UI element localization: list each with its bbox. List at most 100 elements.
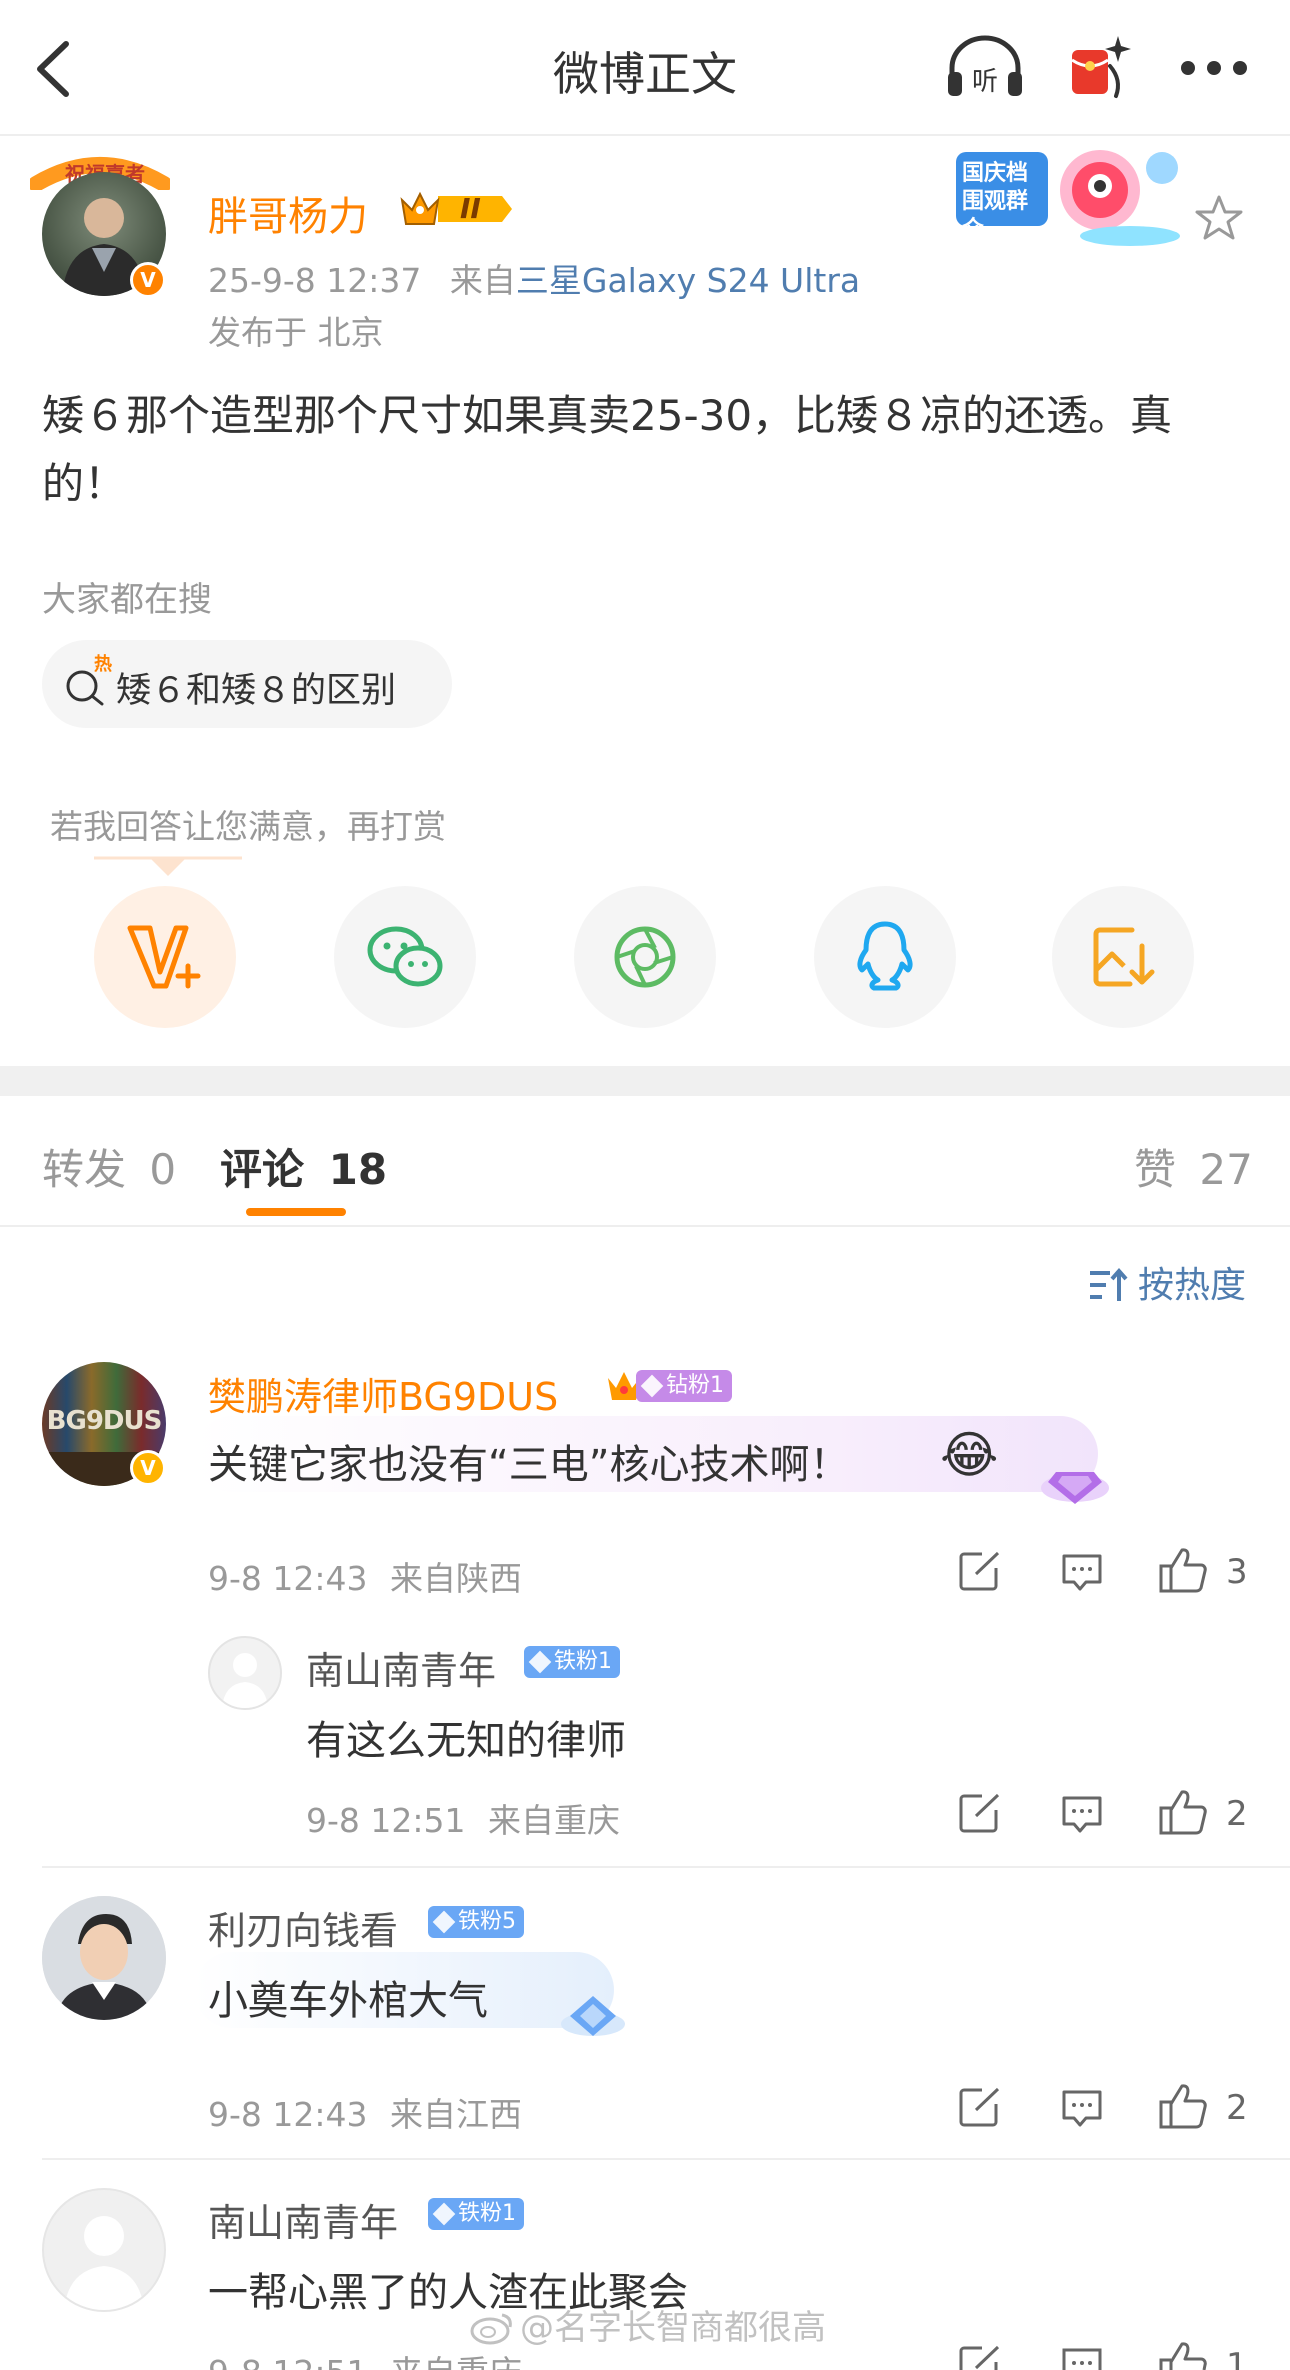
tab-reposts-count: 0 (149, 1145, 177, 1194)
fan-level-badge: 铁粉1 (428, 2198, 524, 2230)
trending-search-pill[interactable]: 热 矮６和矮８的区别 (42, 640, 452, 728)
tab-reposts-label: 转发 (42, 1145, 127, 1194)
comment-like-count: 1 (1226, 2346, 1248, 2370)
wechat-share-button[interactable] (334, 886, 476, 1028)
fan-level-text: 钻粉1 (666, 1373, 724, 1398)
diamond-icon (528, 1650, 552, 1674)
default-user-icon (64, 2216, 144, 2310)
comment-text: 关键它家也没有“三电”核心技术啊！ (208, 1442, 850, 1488)
diamond-icon (640, 1374, 664, 1398)
event-banner[interactable]: 国庆档 围观群众 (950, 140, 1190, 252)
diamond-icon (432, 1910, 456, 1934)
comment-meta: 9-8 12:43 来自陕西 (208, 1552, 522, 1600)
post-location: 发布于 北京 (208, 313, 384, 352)
v-plus-icon (127, 925, 201, 989)
comment-reply-icon[interactable] (1060, 2346, 1104, 2370)
favorite-star-icon[interactable] (1194, 194, 1244, 242)
comment-meta: 9-8 12:43 来自江西 (208, 2088, 522, 2136)
post-source-device[interactable]: 三星Galaxy S24 Ultra (516, 261, 860, 300)
thumbs-up-icon[interactable] (1158, 2340, 1208, 2370)
fan-level-badge: 钻粉1 (636, 1370, 732, 1402)
fan-level-badge: 铁粉5 (428, 1906, 524, 1938)
crown-icon (400, 191, 512, 225)
author-avatar-frame[interactable]: 祝福嘉者 V (30, 150, 180, 298)
weibo-reward-share-button[interactable] (94, 886, 236, 1028)
post-source-prefix: 来自 (449, 261, 516, 300)
reply-text: 有这么无知的律师 (306, 1718, 626, 1764)
reward-pointer (94, 856, 242, 876)
comment-reply-icon[interactable] (1060, 2088, 1104, 2128)
comment-reply-icon[interactable] (1060, 1552, 1104, 1592)
comment-avatar-text: BG9DUS (46, 1406, 163, 1436)
top-navigation-bar: 微博正文 听 (0, 0, 1290, 136)
tab-reposts[interactable]: 转发 0 (42, 1136, 176, 1197)
fan-level-text: 铁粉1 (458, 2201, 516, 2226)
trending-search-topic: 矮６和矮８的区别 (116, 671, 397, 711)
comment-text: 小奠车外棺大气 (208, 1978, 488, 2024)
comment-author-name[interactable]: 樊鹏涛律师BG9DUS (208, 1366, 558, 1421)
post-meta-line: 25-9-8 12:37 来自三星Galaxy S24 Ultra (208, 254, 860, 302)
trending-search-label: 大家都在搜 (42, 580, 212, 620)
laugh-cry-emoji: 😂 (940, 1426, 999, 1484)
save-image-icon (1093, 927, 1155, 987)
vip-level: II (460, 192, 481, 225)
more-options-icon[interactable] (1180, 58, 1248, 78)
comment-avatar[interactable] (42, 1896, 166, 2020)
thumbs-up-icon[interactable] (1158, 1788, 1208, 1836)
save-image-button[interactable] (1052, 886, 1194, 1028)
comment-divider (42, 1866, 1290, 1868)
vip-crown-badge[interactable]: II (398, 188, 516, 230)
tab-likes-label: 赞 (1134, 1145, 1177, 1194)
watermark-text: @名字长智商都很高 (520, 2308, 826, 2348)
comment-time: 9-8 12:51 (208, 2353, 368, 2370)
blue-gem-icon (561, 1996, 625, 2036)
qq-penguin-icon (857, 921, 913, 991)
reply-time: 9-8 12:51 (306, 1801, 466, 1840)
repost-edit-icon[interactable] (958, 2344, 1002, 2370)
sort-by-hot-button[interactable]: 按热度 (1088, 1256, 1246, 1308)
tab-likes[interactable]: 赞 27 (1134, 1136, 1253, 1197)
post-content: 矮６那个造型那个尺寸如果真卖25-30，比矮８凉的还透。真的！ (42, 391, 1173, 508)
repost-edit-icon[interactable] (958, 2086, 1002, 2128)
tab-comments-count: 18 (328, 1145, 388, 1194)
weibo-watermark: @名字长智商都很高 (470, 2300, 826, 2349)
hot-tag: 热 (94, 654, 112, 675)
svg-text:听: 听 (972, 67, 998, 97)
comment-author-name[interactable]: 南山南青年 (208, 2192, 398, 2247)
fan-level-text: 铁粉5 (458, 1909, 516, 1934)
reply-author-name[interactable]: 南山南青年 (306, 1640, 496, 1695)
comment-location: 来自江西 (390, 2095, 522, 2134)
sort-icon (1089, 1267, 1128, 1301)
thumbs-up-icon[interactable] (1158, 1546, 1208, 1594)
repost-edit-icon[interactable] (958, 1792, 1002, 1834)
thumbs-up-icon[interactable] (1158, 2082, 1208, 2130)
comment-time: 9-8 12:43 (208, 2095, 368, 2134)
moments-share-button[interactable] (574, 886, 716, 1028)
reply-meta: 9-8 12:51 来自重庆 (306, 1794, 620, 1842)
comment-like-count: 2 (1226, 2088, 1248, 2128)
post-author-name[interactable]: 胖哥杨力 (208, 184, 368, 242)
tab-comments[interactable]: 评论 18 (220, 1136, 387, 1197)
fan-level-badge: 铁粉1 (524, 1646, 620, 1678)
reply-location: 来自重庆 (488, 1801, 620, 1840)
fan-level-text: 铁粉1 (554, 1649, 612, 1674)
repost-edit-icon[interactable] (958, 1550, 1002, 1592)
weibo-logo-icon (470, 2313, 512, 2345)
verified-badge-icon: V (130, 1450, 166, 1486)
cartoon-man-icon (42, 1896, 166, 2020)
comment-location: 来自陕西 (390, 1559, 522, 1598)
default-user-icon (222, 1653, 268, 1708)
reward-prompt: 若我回答让您满意，再打赏 (50, 807, 446, 846)
qq-share-button[interactable] (814, 886, 956, 1028)
listen-headphones-icon[interactable]: 听 (944, 34, 1026, 100)
comment-author-name[interactable]: 利刃向钱看 (208, 1900, 398, 1955)
active-tab-indicator (246, 1208, 346, 1216)
moments-shutter-icon (614, 926, 676, 988)
sort-label: 按热度 (1137, 1265, 1246, 1306)
red-packet-sparkle-icon[interactable] (1066, 30, 1136, 100)
comment-avatar[interactable] (42, 2188, 166, 2312)
reply-avatar[interactable] (208, 1636, 282, 1710)
purple-gem-icon (1041, 1472, 1109, 1504)
comment-reply-icon[interactable] (1060, 1794, 1104, 1834)
section-separator (0, 1066, 1290, 1096)
